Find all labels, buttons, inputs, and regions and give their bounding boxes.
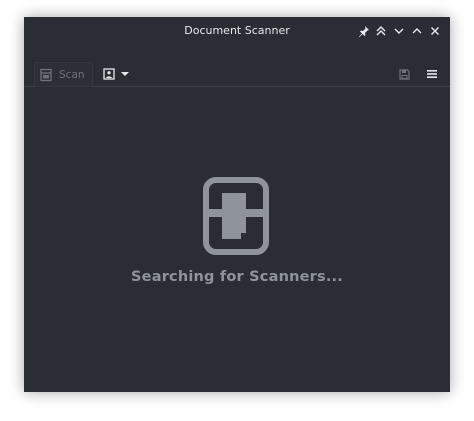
maximize-button[interactable] bbox=[408, 21, 426, 41]
toolbar: Scan bbox=[24, 45, 450, 87]
title-bar[interactable]: Document Scanner bbox=[24, 17, 450, 45]
keep-above-button[interactable] bbox=[372, 21, 390, 41]
hamburger-menu-icon bbox=[427, 70, 437, 78]
scan-mode-dropdown[interactable] bbox=[98, 62, 134, 86]
scan-button-label: Scan bbox=[59, 68, 85, 81]
close-icon bbox=[431, 27, 439, 35]
hamburger-menu-button[interactable] bbox=[422, 65, 442, 83]
minimize-button[interactable] bbox=[390, 21, 408, 41]
pin-button[interactable] bbox=[355, 21, 373, 41]
image-mode-icon bbox=[103, 68, 115, 80]
status-message: Searching for Scanners... bbox=[131, 269, 343, 285]
maximize-icon bbox=[412, 28, 422, 34]
keep-above-icon bbox=[376, 26, 386, 36]
pin-icon bbox=[359, 26, 369, 37]
main-content: Searching for Scanners... bbox=[24, 87, 450, 392]
close-button[interactable] bbox=[426, 21, 444, 41]
scanner-icon bbox=[40, 68, 52, 81]
document-scanner-window: Document Scanner Scan Searching for Scan… bbox=[24, 17, 450, 392]
save-button[interactable] bbox=[395, 65, 413, 83]
save-icon bbox=[398, 68, 410, 80]
chevron-down-icon bbox=[121, 72, 129, 76]
scan-button[interactable]: Scan bbox=[34, 62, 93, 87]
scanner-document-icon bbox=[203, 177, 269, 255]
minimize-icon bbox=[394, 28, 404, 34]
